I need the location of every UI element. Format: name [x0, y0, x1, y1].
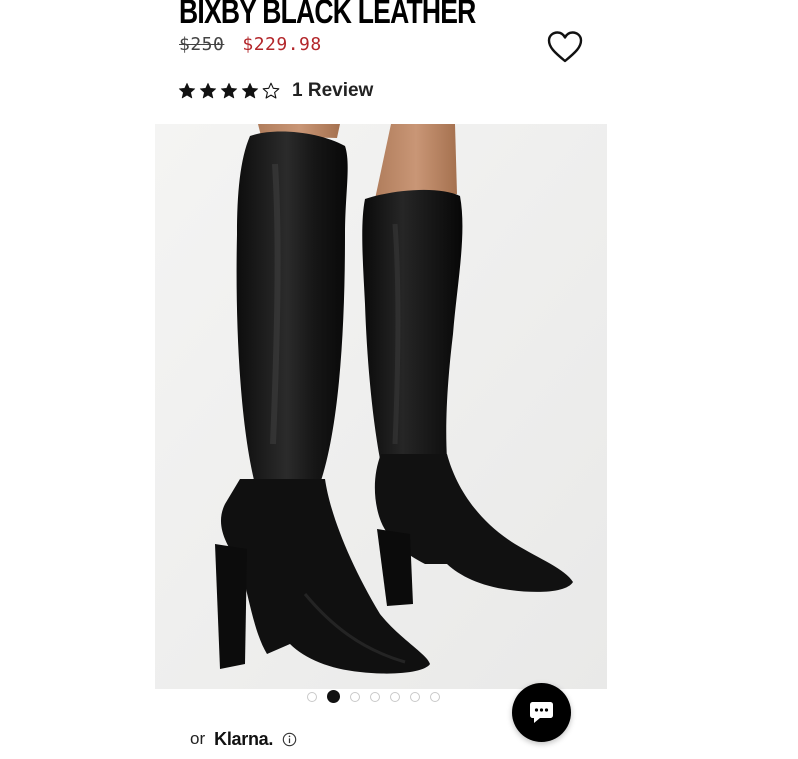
boots-photo — [155, 124, 607, 689]
product-image[interactable] — [155, 124, 607, 689]
reviews-link[interactable]: 1 Review — [292, 80, 373, 102]
price-row: $250 $229.98 — [179, 33, 322, 55]
gallery-dot[interactable] — [350, 691, 360, 702]
product-title: BIXBY BLACK LEATHER — [179, 0, 476, 31]
gallery-dot[interactable] — [327, 690, 340, 703]
star-rating — [178, 82, 280, 100]
gallery-dot[interactable] — [390, 691, 400, 702]
info-icon[interactable] — [282, 732, 297, 747]
star-filled-icon — [220, 82, 238, 99]
heart-outline-icon — [547, 31, 583, 63]
gallery-pagination — [307, 690, 440, 703]
klarna-or-label: or — [190, 729, 206, 748]
star-filled-icon — [241, 82, 259, 99]
klarna-logo: Klarna. — [214, 728, 274, 749]
gallery-dot[interactable] — [307, 691, 317, 702]
klarna-row: or Klarna. — [190, 727, 297, 751]
rating-row: 1 Review — [178, 79, 373, 103]
gallery-dot[interactable] — [430, 691, 440, 702]
star-filled-icon — [199, 82, 217, 99]
star-outline-icon — [262, 82, 280, 99]
star-filled-icon — [178, 82, 196, 99]
gallery-dot[interactable] — [410, 691, 420, 702]
gallery-dot[interactable] — [370, 691, 380, 702]
chat-bubble-icon — [530, 702, 553, 723]
chat-button[interactable] — [512, 683, 571, 742]
wishlist-button[interactable] — [546, 30, 584, 64]
original-price: $250 — [179, 33, 225, 55]
sale-price: $229.98 — [242, 33, 322, 55]
